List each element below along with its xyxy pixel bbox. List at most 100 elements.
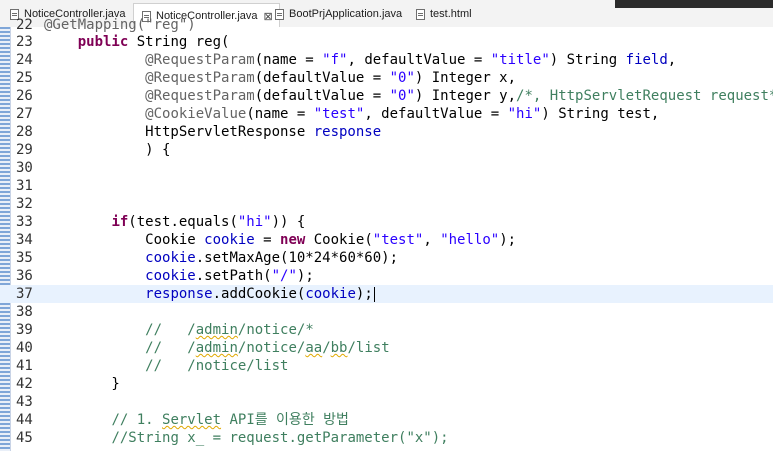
code-text: // /notice/list bbox=[44, 357, 288, 375]
code-line[interactable]: 39 // /admin/notice/* bbox=[0, 321, 773, 339]
code-token: // / bbox=[145, 322, 196, 338]
code-token: "f" bbox=[322, 52, 348, 68]
code-line[interactable]: 30 bbox=[0, 159, 773, 177]
code-editor[interactable]: 22 @GetMapping("reg") 23 public String r… bbox=[0, 17, 773, 451]
code-line[interactable]: 34 Cookie cookie = new Cookie("test", "h… bbox=[0, 231, 773, 249]
code-token: (name = bbox=[246, 106, 314, 122]
code-token: .setPath( bbox=[195, 268, 272, 284]
code-text: @RequestParam(defaultValue = "0") Intege… bbox=[44, 69, 516, 87]
code-token: // / bbox=[145, 340, 196, 356]
code-text: @CookieValue(name = "test", defaultValue… bbox=[44, 105, 659, 123]
code-token: @RequestParam bbox=[145, 52, 255, 68]
code-line[interactable]: 35 cookie.setMaxAge(10*24*60*60); bbox=[0, 249, 773, 267]
line-number: 26 bbox=[16, 88, 33, 104]
code-line[interactable]: 36 cookie.setPath("/"); bbox=[0, 267, 773, 285]
code-token: "/" bbox=[271, 268, 297, 284]
code-token: ) String bbox=[549, 52, 626, 68]
line-number: 43 bbox=[16, 394, 33, 410]
code-line[interactable]: 32 bbox=[0, 195, 773, 213]
code-token: API를 이용한 방법 bbox=[221, 412, 349, 428]
code-token: admin bbox=[195, 322, 238, 338]
code-token: "test" bbox=[313, 106, 365, 122]
code-token: ); bbox=[296, 268, 314, 284]
code-token: admin bbox=[195, 340, 238, 356]
current-code-line[interactable]: 37 response.addCookie(cookie); bbox=[0, 285, 773, 303]
code-token: = bbox=[254, 232, 281, 248]
code-line[interactable]: 43 bbox=[0, 393, 773, 411]
code-line[interactable]: 28 HttpServletResponse response bbox=[0, 123, 773, 141]
code-line[interactable]: 29 ) { bbox=[0, 141, 773, 159]
code-line[interactable]: 24 @RequestParam(name = "f", defaultValu… bbox=[0, 51, 773, 69]
code-token: String reg( bbox=[128, 34, 230, 50]
line-number: 44 bbox=[16, 412, 33, 428]
code-token: )) { bbox=[271, 214, 306, 230]
code-line[interactable]: 41 // /notice/list bbox=[0, 357, 773, 375]
code-token: "hi" bbox=[507, 106, 542, 122]
code-line[interactable]: 25 @RequestParam(defaultValue = "0") Int… bbox=[0, 69, 773, 87]
line-number: 31 bbox=[16, 178, 33, 194]
code-text: cookie.setPath("/"); bbox=[44, 267, 314, 285]
code-line[interactable]: 33 if(test.equals("hi")) { bbox=[0, 213, 773, 231]
code-token: /notice/* bbox=[237, 322, 314, 338]
code-text: HttpServletResponse response bbox=[44, 123, 381, 141]
code-token: .setMaxAge(10*24*60*60); bbox=[195, 250, 399, 266]
code-token: / bbox=[322, 340, 331, 356]
code-token: , bbox=[423, 232, 441, 248]
code-line[interactable]: 23 public String reg( bbox=[0, 33, 773, 51]
code-token: (defaultValue = bbox=[254, 88, 390, 104]
code-line[interactable]: 38 bbox=[0, 303, 773, 321]
line-number: 37 bbox=[16, 286, 33, 302]
code-token: //String x_ = request.getParameter("x"); bbox=[111, 430, 449, 446]
code-text: // 1. Servlet API를 이용한 방법 bbox=[44, 411, 349, 429]
code-token: .addCookie( bbox=[212, 286, 306, 302]
line-number: 32 bbox=[16, 196, 33, 212]
line-number: 40 bbox=[16, 340, 33, 356]
code-token: (test.equals( bbox=[128, 214, 238, 230]
code-token: cookie bbox=[145, 250, 196, 266]
close-tab-icon[interactable]: ⊠ bbox=[264, 10, 273, 23]
code-token: response bbox=[145, 286, 213, 302]
html-file-icon bbox=[416, 8, 425, 20]
code-text: //String x_ = request.getParameter("x"); bbox=[44, 429, 449, 447]
line-number: 42 bbox=[16, 376, 33, 392]
line-number: 27 bbox=[16, 106, 33, 122]
code-token: /*, HttpServletRequest request*/ bbox=[516, 88, 773, 104]
code-line[interactable]: 44 // 1. Servlet API를 이용한 방법 bbox=[0, 411, 773, 429]
code-text: } bbox=[44, 375, 120, 393]
code-text: // /admin/notice/* bbox=[44, 321, 314, 339]
code-token: "hi" bbox=[237, 214, 272, 230]
code-token: @RequestParam bbox=[145, 88, 255, 104]
code-token: new bbox=[280, 232, 306, 248]
code-token: HttpServletResponse bbox=[44, 124, 314, 140]
code-text: ) { bbox=[44, 141, 170, 159]
line-number: 33 bbox=[16, 214, 33, 230]
code-line[interactable]: 42 } bbox=[0, 375, 773, 393]
code-text: response.addCookie(cookie); bbox=[44, 285, 375, 303]
line-number: 36 bbox=[16, 268, 33, 284]
code-line[interactable]: 26 @RequestParam(defaultValue = "0") Int… bbox=[0, 87, 773, 105]
code-token: } bbox=[44, 376, 120, 392]
code-line[interactable]: 27 @CookieValue(name = "test", defaultVa… bbox=[0, 105, 773, 123]
code-token: Cookie( bbox=[305, 232, 373, 248]
tab-label: test.html bbox=[430, 8, 472, 20]
code-line[interactable]: 45 //String x_ = request.getParameter("x… bbox=[0, 429, 773, 447]
code-line[interactable]: 40 // /admin/notice/aa/bb/list bbox=[0, 339, 773, 357]
code-token: cookie bbox=[204, 232, 255, 248]
code-token: , defaultValue = bbox=[347, 52, 491, 68]
line-number: 25 bbox=[16, 70, 33, 86]
code-text: // /admin/notice/aa/bb/list bbox=[44, 339, 389, 357]
code-line[interactable]: 31 bbox=[0, 177, 773, 195]
line-number: 22 bbox=[16, 17, 33, 33]
code-line-partial: @GetMapping("reg") bbox=[44, 17, 196, 33]
code-token: (name = bbox=[254, 52, 323, 68]
code-token: if bbox=[111, 214, 129, 230]
tab-test-html[interactable]: test.html bbox=[416, 3, 472, 25]
code-token: (defaultValue = bbox=[254, 70, 390, 86]
tab-boot-prj-application[interactable]: BootPrjApplication.java bbox=[275, 3, 402, 25]
